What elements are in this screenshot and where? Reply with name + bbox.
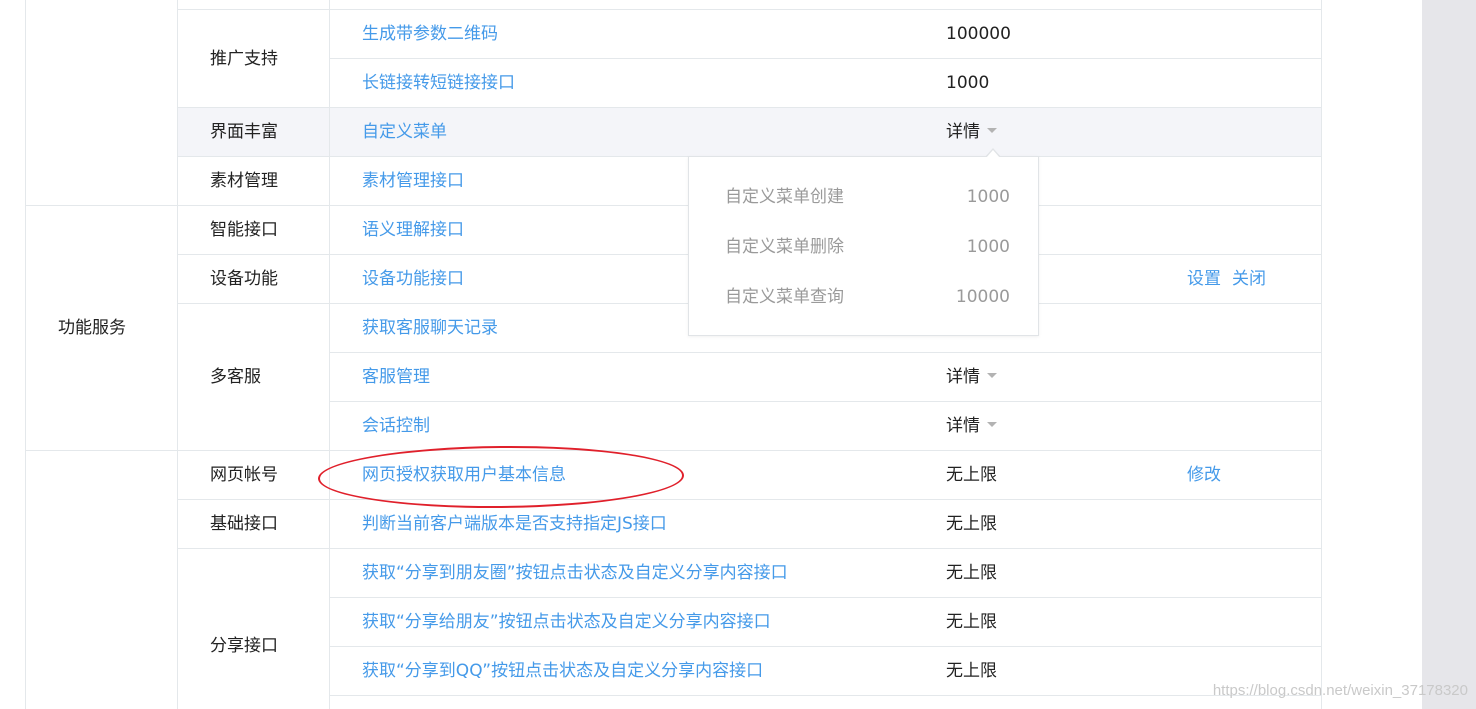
- api-link-kf-manage[interactable]: 客服管理: [362, 367, 430, 387]
- chevron-down-icon: [987, 372, 997, 378]
- popover-item-value: 1000: [966, 187, 1010, 207]
- api-link-device[interactable]: 设备功能接口: [362, 269, 464, 289]
- popover-item-name: 自定义菜单查询: [725, 287, 844, 307]
- category-label: 基础接口: [210, 514, 278, 534]
- api-link-share-qq[interactable]: 获取“分享到QQ”按钮点击状态及自定义分享内容接口: [362, 661, 763, 681]
- api-link-check-js-api[interactable]: 判断当前客户端版本是否支持指定JS接口: [362, 514, 667, 534]
- watermark: https://blog.csdn.net/weixin_37178320: [1212, 682, 1468, 699]
- category-label: 素材管理: [210, 171, 278, 191]
- quota-value: 无上限: [946, 612, 997, 632]
- api-link-session-control[interactable]: 会话控制: [362, 416, 430, 436]
- category-label: 分享接口: [210, 636, 278, 656]
- device-close-link[interactable]: 关闭: [1232, 269, 1266, 289]
- quota-value: 无上限: [946, 661, 997, 681]
- details-label: 详情: [946, 416, 980, 436]
- hovered-row-bg: [178, 108, 1321, 156]
- chevron-down-icon: [987, 127, 997, 133]
- details-dropdown-custom-menu[interactable]: 详情: [946, 122, 997, 142]
- quota-value: 无上限: [946, 563, 997, 583]
- quota-value: 无上限: [946, 514, 997, 534]
- details-label: 详情: [946, 122, 980, 142]
- vertical-scrollbar[interactable]: [1422, 0, 1476, 709]
- quota-value: 无上限: [946, 465, 997, 485]
- api-link-kf-records[interactable]: 获取客服聊天记录: [362, 318, 498, 338]
- category-label: 界面丰富: [210, 122, 278, 142]
- api-link-oauth-userinfo[interactable]: 网页授权获取用户基本信息: [362, 465, 566, 485]
- quota-value: 1000: [946, 73, 990, 93]
- details-dropdown-kf-manage[interactable]: 详情: [946, 367, 997, 387]
- quota-value: 100000: [946, 24, 1011, 44]
- popover-item-value: 10000: [955, 287, 1010, 307]
- popover-item-name: 自定义菜单创建: [725, 187, 844, 207]
- chevron-down-icon: [987, 421, 997, 427]
- api-link-qrcode[interactable]: 生成带参数二维码: [362, 24, 498, 44]
- popover-item-value: 1000: [966, 237, 1010, 257]
- popover-arrow-inner: [986, 150, 1000, 158]
- category-label: 智能接口: [210, 220, 278, 240]
- api-link-share-friend[interactable]: 获取“分享给朋友”按钮点击状态及自定义分享内容接口: [362, 612, 771, 632]
- api-link-semantic[interactable]: 语义理解接口: [362, 220, 464, 240]
- custom-menu-details-popover: 自定义菜单创建 1000 自定义菜单删除 1000 自定义菜单查询 10000: [688, 156, 1039, 336]
- category-label: 设备功能: [210, 269, 278, 289]
- oauth-modify-link[interactable]: 修改: [1187, 465, 1221, 485]
- category-label: 推广支持: [210, 49, 278, 69]
- popover-item-name: 自定义菜单删除: [725, 237, 844, 257]
- api-link-custom-menu[interactable]: 自定义菜单: [362, 122, 447, 142]
- details-dropdown-session-control[interactable]: 详情: [946, 416, 997, 436]
- category-label: 网页帐号: [210, 465, 278, 485]
- details-label: 详情: [946, 367, 980, 387]
- category-label: 多客服: [210, 367, 261, 387]
- device-settings-link[interactable]: 设置: [1187, 269, 1221, 289]
- api-link-share-timeline[interactable]: 获取“分享到朋友圈”按钮点击状态及自定义分享内容接口: [362, 563, 788, 583]
- api-link-material[interactable]: 素材管理接口: [362, 171, 464, 191]
- api-link-shorturl[interactable]: 长链接转短链接接口: [362, 73, 515, 93]
- group-label: 功能服务: [58, 318, 126, 338]
